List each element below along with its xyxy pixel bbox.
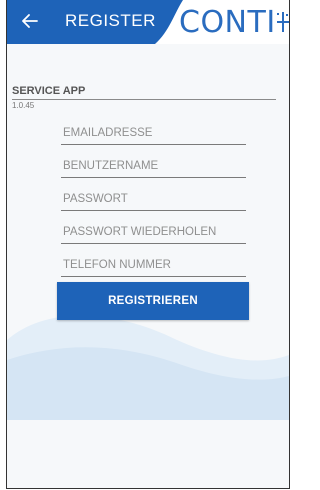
password-field-container: [61, 188, 248, 211]
email-field[interactable]: [61, 122, 248, 144]
service-app-label: SERVICE APP: [12, 85, 86, 97]
email-field-container: [61, 122, 248, 145]
conti-logo-icon: [276, 12, 289, 32]
username-field[interactable]: [61, 155, 248, 177]
phone-field-container: [61, 254, 248, 277]
back-arrow-icon: [22, 14, 38, 28]
conti-logo: CONTI: [179, 4, 289, 40]
app-bar: REGISTER CONTI: [7, 0, 289, 44]
logo-text: CONTI: [179, 4, 276, 40]
phone-field[interactable]: [61, 254, 248, 276]
password-repeat-field[interactable]: [61, 221, 248, 243]
page-title: REGISTER: [65, 11, 156, 30]
username-field-container: [61, 155, 248, 178]
register-button[interactable]: REGISTRIEREN: [57, 282, 249, 320]
password-field[interactable]: [61, 188, 248, 210]
back-button[interactable]: [17, 8, 43, 34]
version-label: 1.0.45: [12, 101, 35, 110]
password-repeat-field-container: [61, 221, 248, 244]
background-wave: [7, 315, 289, 420]
service-divider: [12, 99, 276, 100]
app-screen: REGISTER CONTI SERVICE APP 1.0.45 REGIST…: [6, 0, 290, 489]
